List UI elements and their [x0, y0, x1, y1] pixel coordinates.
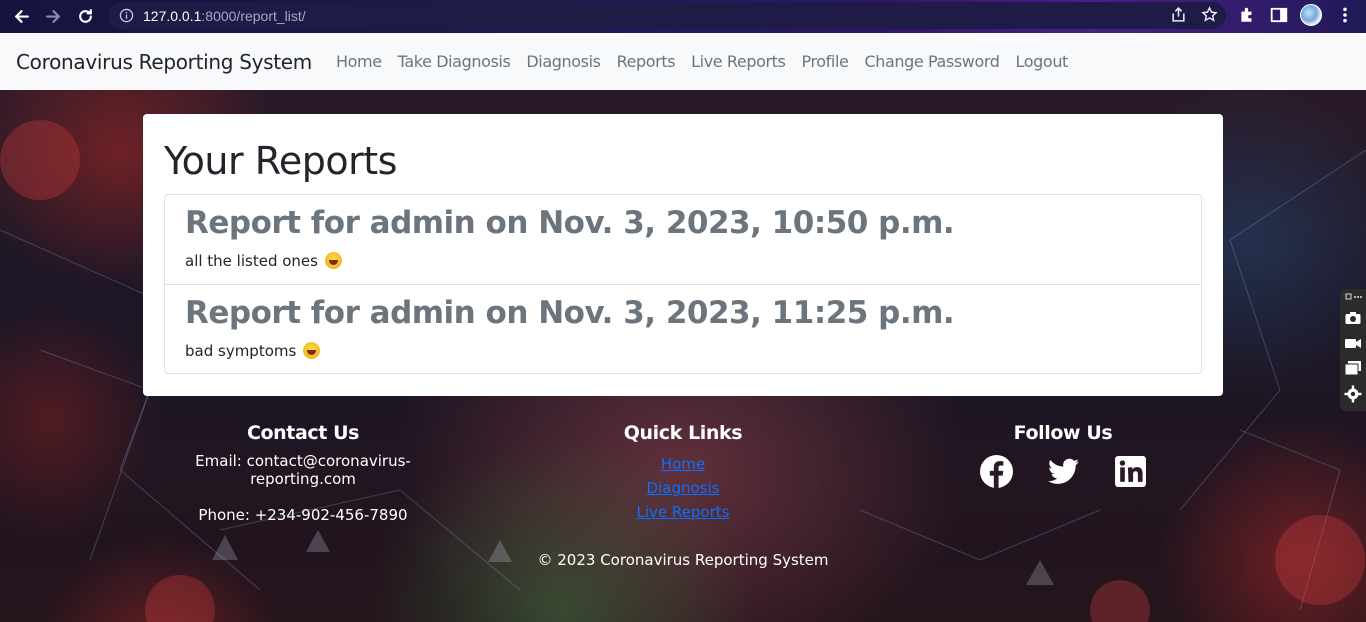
star-icon[interactable]: [1201, 6, 1218, 23]
footer-email: Email: contact@coronavirus-reporting.com: [195, 452, 411, 488]
footer-quick-links: Quick Links Home Diagnosis Live Reports: [583, 420, 783, 524]
browser-toolbar: 127.0.0.1:8000/report_list/: [0, 0, 1366, 33]
extensions-button[interactable]: [1238, 6, 1256, 24]
avatar: [1300, 4, 1322, 26]
grinning-face-emoji-icon: [303, 342, 321, 359]
list-item[interactable]: Report for admin on Nov. 3, 2023, 10:50 …: [165, 195, 1201, 284]
footer-follow-title: Follow Us: [1013, 422, 1113, 444]
report-title: Report for admin on Nov. 3, 2023, 11:25 …: [185, 295, 955, 331]
side-panel-button[interactable]: [1270, 6, 1288, 24]
reload-icon: [78, 9, 92, 23]
nav-link-home[interactable]: Home: [328, 52, 390, 71]
twitter-icon[interactable]: [1047, 455, 1080, 488]
arrow-left-icon: [14, 10, 29, 23]
reload-button[interactable]: [69, 0, 101, 33]
kebab-menu-icon: [1343, 7, 1347, 23]
navbar-brand[interactable]: Coronavirus Reporting System: [16, 50, 312, 74]
back-button[interactable]: [5, 0, 37, 33]
nav-link-logout[interactable]: Logout: [1008, 52, 1076, 71]
url-text[interactable]: 127.0.0.1:8000/report_list/: [143, 8, 306, 24]
report-symptoms: bad symptoms: [185, 342, 1181, 360]
nav-link-change-password[interactable]: Change Password: [856, 52, 1007, 71]
capture-toolbar: [1340, 289, 1366, 411]
footer-link-diagnosis[interactable]: Diagnosis: [583, 476, 783, 500]
puzzle-icon: [1241, 7, 1252, 22]
more-options-icon[interactable]: [1344, 292, 1362, 302]
nav-link-take-diagnosis[interactable]: Take Diagnosis: [390, 52, 519, 71]
nav-link-reports[interactable]: Reports: [609, 52, 684, 71]
share-icon[interactable]: [1170, 6, 1187, 23]
nav-link-live-reports[interactable]: Live Reports: [683, 52, 793, 71]
grinning-face-emoji-icon: [324, 252, 342, 269]
footer-link-home[interactable]: Home: [583, 452, 783, 476]
linkedin-icon[interactable]: [1114, 455, 1147, 488]
site-navbar: Coronavirus Reporting System Home Take D…: [0, 33, 1366, 90]
info-icon[interactable]: [119, 8, 134, 23]
footer-phone: Phone: +234-902-456-7890: [198, 506, 408, 524]
reports-list: Report for admin on Nov. 3, 2023, 10:50 …: [164, 194, 1202, 374]
footer-link-live-reports[interactable]: Live Reports: [583, 500, 783, 524]
footer-copyright: © 2023 Coronavirus Reporting System: [537, 551, 829, 569]
camera-icon[interactable]: [1344, 309, 1362, 327]
reports-card: Your Reports Report for admin on Nov. 3,…: [143, 114, 1223, 396]
facebook-icon[interactable]: [979, 455, 1013, 488]
gear-icon[interactable]: [1344, 385, 1362, 403]
profile-avatar[interactable]: [1300, 4, 1322, 26]
report-symptoms: all the listed ones: [185, 252, 1181, 270]
screens-icon[interactable]: [1344, 359, 1362, 377]
video-camera-icon[interactable]: [1344, 334, 1362, 352]
arrow-right-icon: [45, 10, 60, 23]
forward-button[interactable]: [37, 0, 69, 33]
address-bar[interactable]: 127.0.0.1:8000/report_list/: [108, 2, 1226, 29]
nav-link-profile[interactable]: Profile: [794, 52, 857, 71]
page-title: Your Reports: [164, 139, 397, 183]
nav-link-diagnosis[interactable]: Diagnosis: [518, 52, 608, 71]
report-title: Report for admin on Nov. 3, 2023, 10:50 …: [185, 205, 955, 241]
footer-quick-links-title: Quick Links: [623, 422, 743, 444]
footer-contact-title: Contact Us: [246, 422, 360, 444]
footer-contact: Contact Us Email: contact@coronavirus-re…: [143, 420, 463, 524]
list-item[interactable]: Report for admin on Nov. 3, 2023, 11:25 …: [165, 284, 1201, 373]
side-panel-icon: [1270, 7, 1288, 23]
menu-button[interactable]: [1336, 6, 1354, 24]
footer-follow: Follow Us: [963, 420, 1163, 488]
